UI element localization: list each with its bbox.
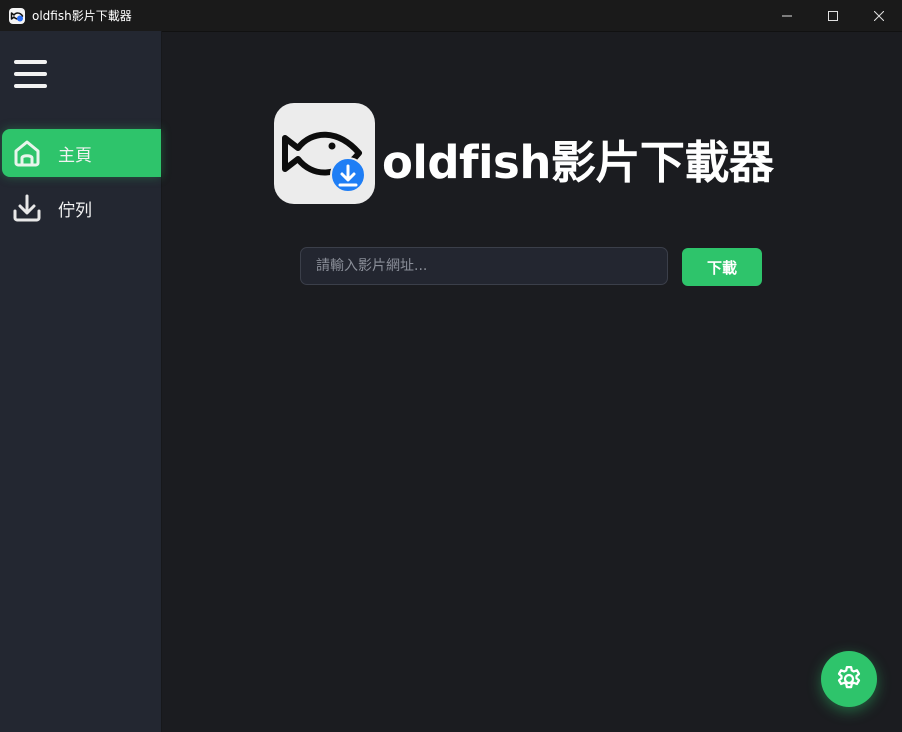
minimize-button[interactable] [764,0,810,31]
sidebar-item-queue[interactable]: 佇列 [2,184,161,232]
download-button[interactable]: 下載 [682,248,762,286]
maximize-icon [828,10,838,21]
download-icon [11,192,43,224]
app-icon [9,7,25,24]
app-title: oldfish影片下載器 [382,136,774,189]
hamburger-icon[interactable] [14,58,48,90]
gear-icon [837,666,861,689]
sidebar: 主頁 佇列 [0,31,162,732]
url-input[interactable] [300,247,668,285]
close-button[interactable] [856,0,902,31]
sidebar-item-home[interactable]: 主頁 [2,129,161,177]
settings-button[interactable] [821,651,877,707]
sidebar-item-label: 主頁 [58,145,92,166]
window-controls [764,0,902,31]
home-icon [11,137,43,169]
title-bar: oldfish影片下載器 [0,0,902,32]
fish-download-logo [282,131,366,193]
app-logo [274,103,375,204]
window-title: oldfish影片下載器 [32,9,132,23]
minimize-icon [782,15,792,16]
maximize-button[interactable] [810,0,856,31]
close-icon [874,10,884,21]
sidebar-item-label: 佇列 [58,200,92,221]
